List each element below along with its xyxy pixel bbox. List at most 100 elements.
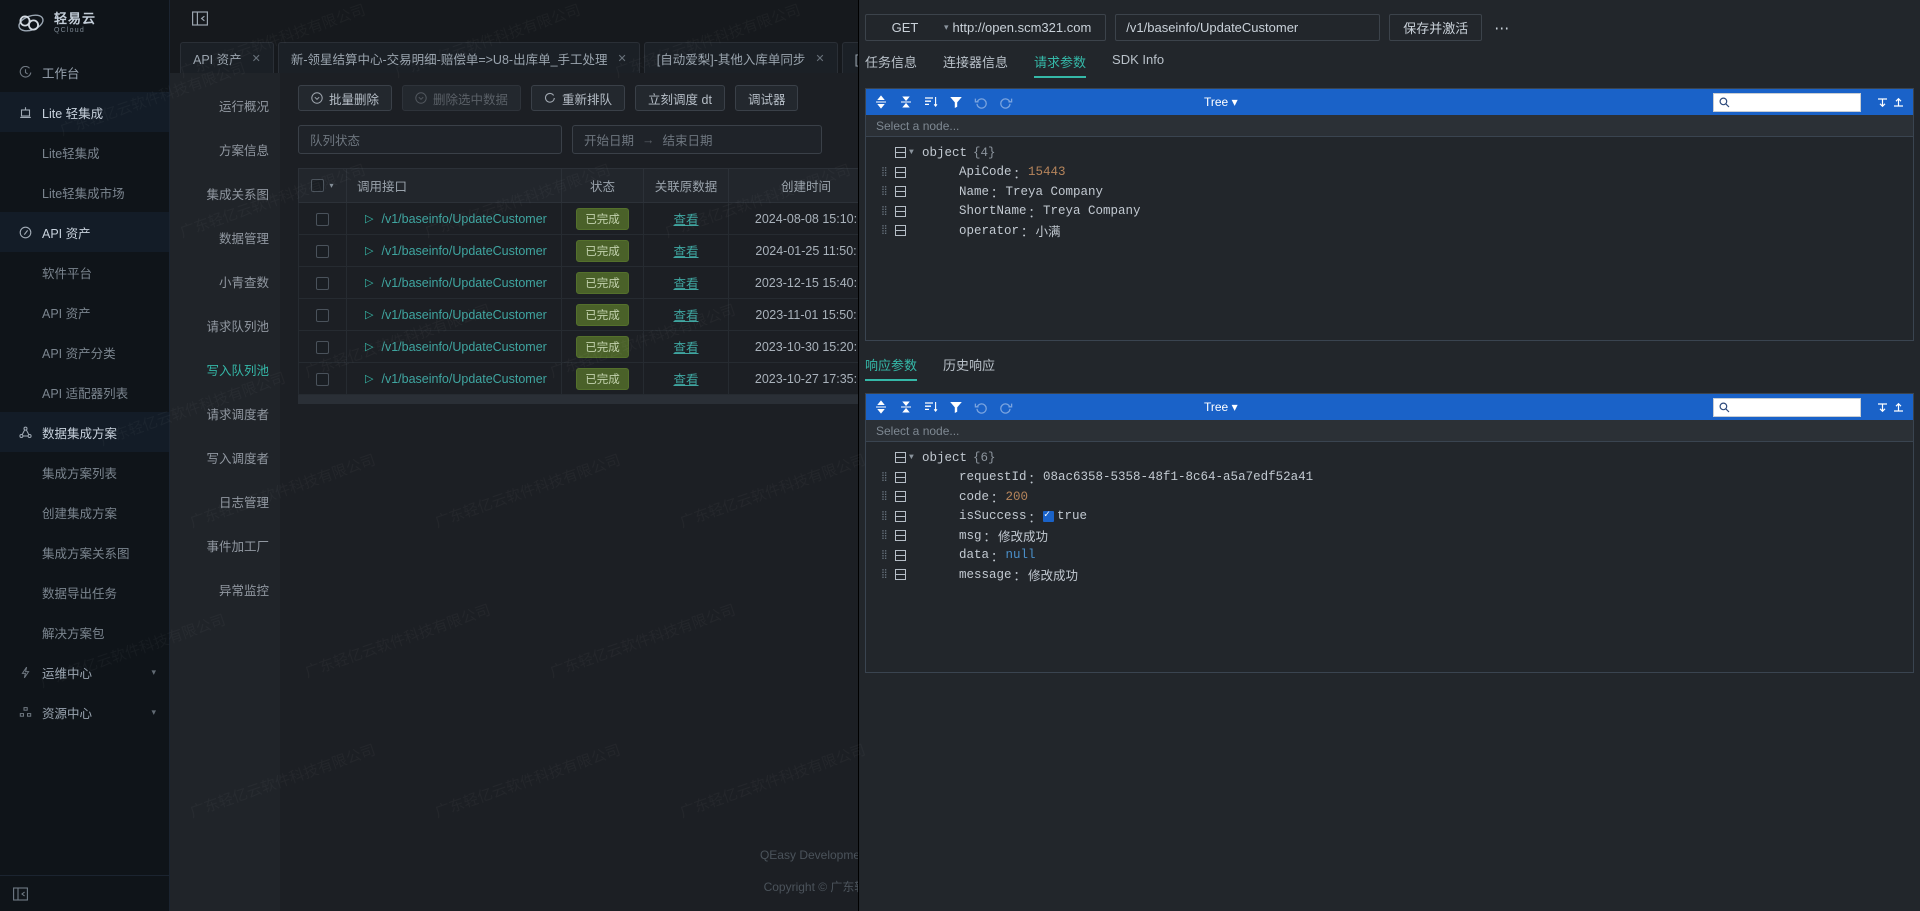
tab-request-params[interactable]: 请求参数 bbox=[1034, 52, 1087, 78]
json-search-nav[interactable] bbox=[1872, 401, 1905, 414]
sidebar-item-api-assets[interactable]: API 资产 bbox=[0, 212, 169, 252]
tab-response-history[interactable]: 历史响应 bbox=[943, 355, 995, 381]
sidebar-item-data-integration[interactable]: 数据集成方案 bbox=[0, 412, 169, 452]
sidebar-item-lite-integration[interactable]: Lite轻集成 bbox=[0, 132, 169, 172]
row-checkbox-cell[interactable] bbox=[298, 234, 347, 267]
undo-icon[interactable] bbox=[974, 400, 988, 414]
drag-handle-icon[interactable]: ⣿ bbox=[878, 472, 891, 482]
collapse-panel-icon[interactable] bbox=[192, 10, 208, 26]
json-field-row[interactable]: ⣿ isSuccess：true bbox=[866, 507, 1913, 527]
row-checkbox-cell[interactable] bbox=[298, 202, 347, 235]
brand-logo-area[interactable]: 轻易云 QCloud bbox=[0, 0, 169, 46]
submenu-item-xiaoqing-query[interactable]: 小青查数 bbox=[170, 259, 280, 303]
json-value[interactable]: 08ac6358-5358-48f1-8c64-a5a7edf52a41 bbox=[1043, 470, 1313, 484]
table-row[interactable]: ▷/v1/baseinfo/UpdateCustomer 已完成 查看 2023… bbox=[298, 298, 884, 331]
row-checkbox[interactable] bbox=[316, 212, 329, 226]
row-checkbox[interactable] bbox=[316, 372, 329, 386]
table-row[interactable]: ▷/v1/baseinfo/UpdateCustomer 已完成 查看 2024… bbox=[298, 202, 884, 235]
row-checkbox-cell[interactable] bbox=[298, 298, 347, 331]
tab-api-assets[interactable]: API 资产 ✕ bbox=[180, 42, 274, 73]
json-field-row[interactable]: ⣿ ApiCode： 15443 bbox=[866, 163, 1913, 183]
json-value[interactable]: Treya Company bbox=[1006, 185, 1104, 199]
close-icon[interactable]: ✕ bbox=[815, 52, 824, 65]
play-icon[interactable]: ▷ bbox=[365, 276, 373, 289]
tab-sdk-info[interactable]: SDK Info bbox=[1112, 52, 1164, 78]
collapse-all-icon[interactable] bbox=[899, 400, 913, 414]
chevron-down-icon[interactable]: ▾ bbox=[329, 181, 333, 190]
drag-handle-icon[interactable]: ⣿ bbox=[878, 226, 891, 235]
tab-connector-info[interactable]: 连接器信息 bbox=[943, 52, 1008, 78]
undo-icon[interactable] bbox=[974, 95, 988, 109]
submenu-item-overview[interactable]: 运行概况 bbox=[170, 83, 280, 127]
boolean-checkbox[interactable] bbox=[1043, 509, 1055, 522]
json-search-input[interactable] bbox=[1713, 397, 1861, 417]
expand-all-icon[interactable] bbox=[874, 95, 888, 109]
play-icon[interactable]: ▷ bbox=[365, 244, 373, 257]
sidebar-item-resource-center[interactable]: 资源中心 ▾ bbox=[0, 692, 169, 732]
view-link[interactable]: 查看 bbox=[673, 277, 698, 291]
row-checkbox-cell[interactable] bbox=[298, 362, 347, 395]
sidebar-item-api-category[interactable]: API 资产分类 bbox=[0, 332, 169, 372]
method-host-box[interactable]: GET ▾ http://open.scm321.com bbox=[865, 14, 1107, 41]
sidebar-item-solution-package[interactable]: 解决方案包 bbox=[0, 612, 169, 652]
json-field-row[interactable]: ⣿ message：修改成功 bbox=[866, 565, 1913, 585]
table-row[interactable]: ▷/v1/baseinfo/UpdateCustomer 已完成 查看 2024… bbox=[298, 234, 884, 267]
json-node-path-bar[interactable]: Select a node... bbox=[866, 420, 1913, 442]
view-link[interactable]: 查看 bbox=[673, 341, 698, 355]
row-checkbox[interactable] bbox=[316, 340, 329, 354]
json-field-row[interactable]: ⣿ data： null bbox=[866, 546, 1913, 566]
json-field-row[interactable]: ⣿ ShortName： Treya Company bbox=[866, 202, 1913, 222]
json-value[interactable]: 修改成功 bbox=[998, 526, 1048, 545]
date-range-picker[interactable]: 开始日期 → 结束日期 bbox=[572, 125, 822, 154]
sidebar-item-lite[interactable]: Lite 轻集成 bbox=[0, 92, 169, 132]
tab-task-info[interactable]: 任务信息 bbox=[865, 52, 917, 78]
drag-handle-icon[interactable]: ⣿ bbox=[878, 167, 891, 177]
json-value[interactable]: 修改成功 bbox=[1028, 565, 1078, 584]
play-icon[interactable]: ▷ bbox=[365, 340, 373, 353]
collapse-all-icon[interactable] bbox=[899, 95, 913, 109]
submenu-item-request-queue[interactable]: 请求队列池 bbox=[170, 303, 280, 347]
close-icon[interactable]: ✕ bbox=[252, 52, 261, 65]
json-root-row[interactable]: ▼ object {4} bbox=[866, 143, 1913, 163]
json-search-input[interactable] bbox=[1713, 92, 1861, 112]
json-field-row[interactable]: ⣿ code： 200 bbox=[866, 487, 1913, 507]
sidebar-item-api-adapter-list[interactable]: API 适配器列表 bbox=[0, 372, 169, 412]
drag-handle-icon[interactable]: ⣿ bbox=[878, 492, 891, 501]
json-field-row[interactable]: ⣿ operator：小满 bbox=[866, 221, 1913, 241]
sidebar-item-software-platform[interactable]: 软件平台 bbox=[0, 252, 169, 292]
tab-response-params[interactable]: 响应参数 bbox=[865, 355, 918, 381]
json-search-nav[interactable] bbox=[1872, 96, 1905, 109]
json-value[interactable]: Treya Company bbox=[1043, 204, 1141, 218]
json-field-row[interactable]: ⣿ requestId： 08ac6358-5358-48f1-8c64-a5a7… bbox=[866, 468, 1913, 488]
submenu-item-scheme-info[interactable]: 方案信息 bbox=[170, 127, 280, 171]
json-field-row[interactable]: ⣿ Name： Treya Company bbox=[866, 182, 1913, 202]
api-path-input[interactable]: /v1/baseinfo/UpdateCustomer bbox=[1115, 14, 1381, 41]
save-and-activate-button[interactable]: 保存并激活 bbox=[1389, 14, 1483, 41]
debugger-button[interactable]: 调试器 bbox=[734, 85, 799, 111]
queue-status-select[interactable]: 队列状态 bbox=[298, 125, 562, 154]
filter-icon[interactable] bbox=[949, 95, 963, 109]
play-icon[interactable]: ▷ bbox=[365, 372, 373, 385]
sidebar-item-ops-center[interactable]: 运维中心 ▾ bbox=[0, 652, 169, 692]
submenu-item-relation-graph[interactable]: 集成关系图 bbox=[170, 171, 280, 215]
play-icon[interactable]: ▷ bbox=[365, 308, 373, 321]
json-value[interactable]: null bbox=[1006, 548, 1036, 562]
json-value[interactable]: 小满 bbox=[1036, 221, 1061, 240]
submenu-item-exception-monitor[interactable]: 异常监控 bbox=[170, 567, 280, 611]
close-icon[interactable]: ✕ bbox=[618, 52, 627, 65]
schedule-now-button[interactable]: 立刻调度 dt bbox=[635, 85, 725, 111]
expand-triangle-icon[interactable]: ▼ bbox=[909, 453, 922, 462]
submenu-item-write-queue[interactable]: 写入队列池 bbox=[170, 347, 280, 391]
sort-icon[interactable] bbox=[924, 400, 938, 414]
row-checkbox[interactable] bbox=[316, 244, 329, 258]
chevron-down-icon[interactable]: ▾ bbox=[944, 22, 949, 33]
row-checkbox-cell[interactable] bbox=[298, 330, 347, 363]
submenu-item-event-factory[interactable]: 事件加工厂 bbox=[170, 523, 280, 567]
tab-auto-aili-inbound[interactable]: [自动爱梨]-其他入库单同步 ✕ bbox=[643, 42, 838, 73]
sidebar-item-lite-market[interactable]: Lite轻集成市场 bbox=[0, 172, 169, 212]
sort-icon[interactable] bbox=[924, 95, 938, 109]
table-row[interactable]: ▷/v1/baseinfo/UpdateCustomer 已完成 查看 2023… bbox=[298, 266, 884, 299]
json-value[interactable]: 200 bbox=[1006, 490, 1029, 504]
view-link[interactable]: 查看 bbox=[673, 373, 698, 387]
delete-selected-button[interactable]: 删除选中数据 bbox=[402, 85, 522, 111]
